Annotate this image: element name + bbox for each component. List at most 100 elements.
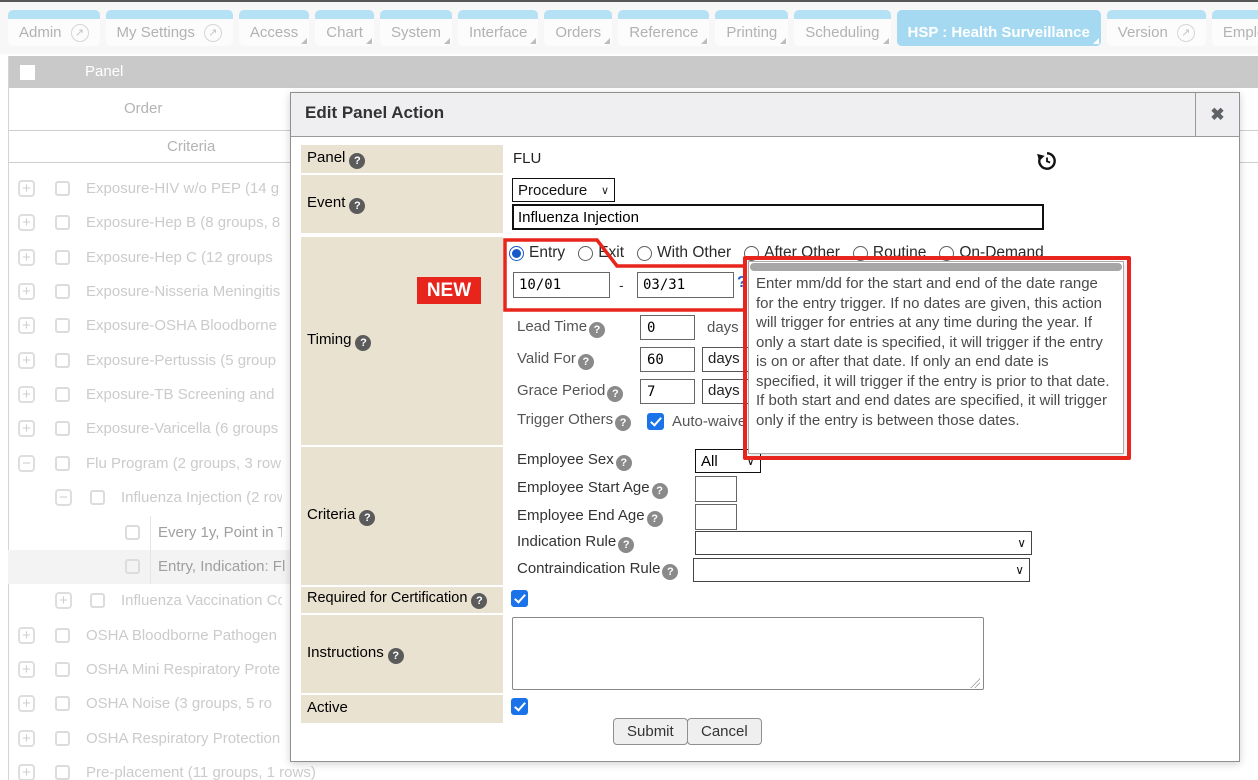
row-checkbox[interactable] xyxy=(55,353,70,368)
row-checkbox[interactable] xyxy=(55,318,70,333)
nav-tab[interactable]: System ↗ xyxy=(380,10,452,46)
employee-start-age-input[interactable] xyxy=(695,476,737,502)
help-icon[interactable]: ? xyxy=(589,322,605,338)
panel-tree-row[interactable]: + Exposure-Hep B (8 groups, 8 xyxy=(8,206,282,240)
nav-tab[interactable]: HSP : Health Surveillance ↗ xyxy=(897,10,1101,46)
radio-icon[interactable] xyxy=(578,246,593,261)
nav-tab[interactable]: Version ↗ xyxy=(1107,10,1206,46)
timing-radio-option[interactable]: Exit xyxy=(578,244,624,262)
panel-tree-row[interactable]: + Exposure-TB Screening and xyxy=(8,378,282,412)
event-type-select[interactable]: Procedure ∨ xyxy=(512,178,615,202)
radio-icon[interactable] xyxy=(509,246,524,261)
panel-tree-row[interactable]: Entry, Indication: Fl xyxy=(8,550,290,584)
nav-tab[interactable]: Access ↗ xyxy=(239,10,309,46)
expand-toggle-icon[interactable]: − xyxy=(18,455,35,472)
help-icon[interactable]: ? xyxy=(471,593,487,609)
panel-tree-row[interactable]: + Exposure-Nisseria Meningitis xyxy=(8,275,282,309)
expand-toggle-icon[interactable]: + xyxy=(55,592,72,609)
help-icon[interactable]: ? xyxy=(652,483,668,499)
help-icon[interactable]: ? xyxy=(355,335,371,351)
start-date-input[interactable] xyxy=(513,272,610,298)
radio-icon[interactable] xyxy=(939,246,954,261)
expand-toggle-icon[interactable]: + xyxy=(18,730,35,747)
active-checkbox[interactable] xyxy=(511,698,528,715)
nav-tab[interactable]: My Settings ↗ xyxy=(106,10,233,46)
row-checkbox[interactable] xyxy=(125,525,140,540)
expand-toggle-icon[interactable]: + xyxy=(18,661,35,678)
panel-tree-row[interactable]: + OSHA Noise (3 groups, 5 ro xyxy=(8,687,282,721)
panel-tree-row[interactable]: + Exposure-Pertussis (5 group xyxy=(8,344,282,378)
expand-toggle-icon[interactable]: + xyxy=(18,627,35,644)
nav-tab[interactable]: Interface ↗ xyxy=(458,10,538,46)
event-value-input[interactable] xyxy=(512,204,1044,230)
row-checkbox[interactable] xyxy=(55,456,70,471)
radio-icon[interactable] xyxy=(853,246,868,261)
panel-tree-row[interactable]: + Exposure-OSHA Bloodborne xyxy=(8,309,282,343)
help-icon[interactable]: ? xyxy=(349,153,365,169)
help-icon[interactable]: ? xyxy=(607,386,623,402)
expand-toggle-icon[interactable]: + xyxy=(18,420,35,437)
timing-radio-option[interactable]: With Other xyxy=(637,244,731,262)
cancel-button[interactable]: Cancel xyxy=(687,718,762,745)
indication-rule-select[interactable]: ∨ xyxy=(695,531,1032,555)
help-icon[interactable]: ? xyxy=(359,510,375,526)
panel-tree-row[interactable]: + Exposure-HIV w/o PEP (14 g xyxy=(8,172,282,206)
row-checkbox[interactable] xyxy=(55,421,70,436)
expand-toggle-icon[interactable]: + xyxy=(18,283,35,300)
panel-tree-row[interactable]: + OSHA Mini Respiratory Prote xyxy=(8,653,282,687)
nav-tab[interactable]: Chart ↗ xyxy=(315,10,374,46)
timing-radio-option[interactable]: After Other xyxy=(744,244,840,262)
help-icon[interactable]: ? xyxy=(615,415,631,431)
nav-tab[interactable]: Admin ↗ xyxy=(8,10,100,46)
panel-tree-row[interactable]: + OSHA Respiratory Protection xyxy=(8,722,282,756)
expand-toggle-icon[interactable]: + xyxy=(18,214,35,231)
help-icon[interactable]: ? xyxy=(578,354,594,370)
submit-button[interactable]: Submit xyxy=(613,718,688,745)
row-checkbox[interactable] xyxy=(55,696,70,711)
contraindication-rule-select[interactable]: ∨ xyxy=(693,558,1030,582)
row-checkbox[interactable] xyxy=(90,490,105,505)
radio-icon[interactable] xyxy=(637,246,652,261)
expand-toggle-icon[interactable]: − xyxy=(55,489,72,506)
row-checkbox[interactable] xyxy=(55,387,70,402)
radio-icon[interactable] xyxy=(744,246,759,261)
panel-tree-row[interactable]: − Influenza Injection (2 row xyxy=(8,481,282,515)
row-checkbox[interactable] xyxy=(125,559,140,574)
expand-toggle-icon[interactable]: + xyxy=(18,764,35,780)
lead-time-input[interactable] xyxy=(640,315,695,340)
textarea-resize-grip[interactable] xyxy=(970,678,980,688)
help-icon[interactable]: ? xyxy=(662,564,678,580)
timing-radio-option[interactable]: Routine xyxy=(853,244,926,262)
panel-tree-row[interactable]: + Exposure-Hep C (12 groups xyxy=(8,241,282,275)
required-for-certification-checkbox[interactable] xyxy=(511,590,528,607)
nav-tab[interactable]: Employer Organi ↗ xyxy=(1212,10,1258,46)
help-icon[interactable]: ? xyxy=(618,537,634,553)
nav-tab[interactable]: Scheduling ↗ xyxy=(794,10,890,46)
expand-toggle-icon[interactable]: + xyxy=(18,317,35,334)
panel-tree-row[interactable]: + Influenza Vaccination Co xyxy=(8,584,282,618)
help-icon[interactable]: ? xyxy=(388,648,404,664)
panel-tree-row[interactable]: + Exposure-Varicella (6 groups xyxy=(8,412,282,446)
panel-tree-row[interactable]: Every 1y, Point in T xyxy=(8,516,282,550)
row-checkbox[interactable] xyxy=(90,593,105,608)
close-icon[interactable]: ✖ xyxy=(1195,93,1239,137)
valid-for-input[interactable] xyxy=(640,347,695,372)
row-checkbox[interactable] xyxy=(55,284,70,299)
row-checkbox[interactable] xyxy=(55,250,70,265)
expand-toggle-icon[interactable]: + xyxy=(18,695,35,712)
row-checkbox[interactable] xyxy=(55,662,70,677)
help-icon[interactable]: ? xyxy=(616,455,632,471)
end-date-input[interactable] xyxy=(637,272,734,298)
nav-tab[interactable]: Orders ↗ xyxy=(544,10,612,46)
help-icon[interactable]: ? xyxy=(647,511,663,527)
row-checkbox[interactable] xyxy=(55,731,70,746)
grace-period-input[interactable] xyxy=(640,379,695,404)
timing-radio-option[interactable]: On-Demand xyxy=(939,244,1043,262)
expand-toggle-icon[interactable]: + xyxy=(18,249,35,266)
row-checkbox[interactable] xyxy=(55,215,70,230)
help-icon[interactable]: ? xyxy=(349,198,365,214)
row-checkbox[interactable] xyxy=(55,628,70,643)
date-range-help-icon[interactable]: ? xyxy=(737,274,747,292)
row-checkbox[interactable] xyxy=(55,181,70,196)
panel-tree-row[interactable]: + OSHA Bloodborne Pathogen xyxy=(8,619,282,653)
